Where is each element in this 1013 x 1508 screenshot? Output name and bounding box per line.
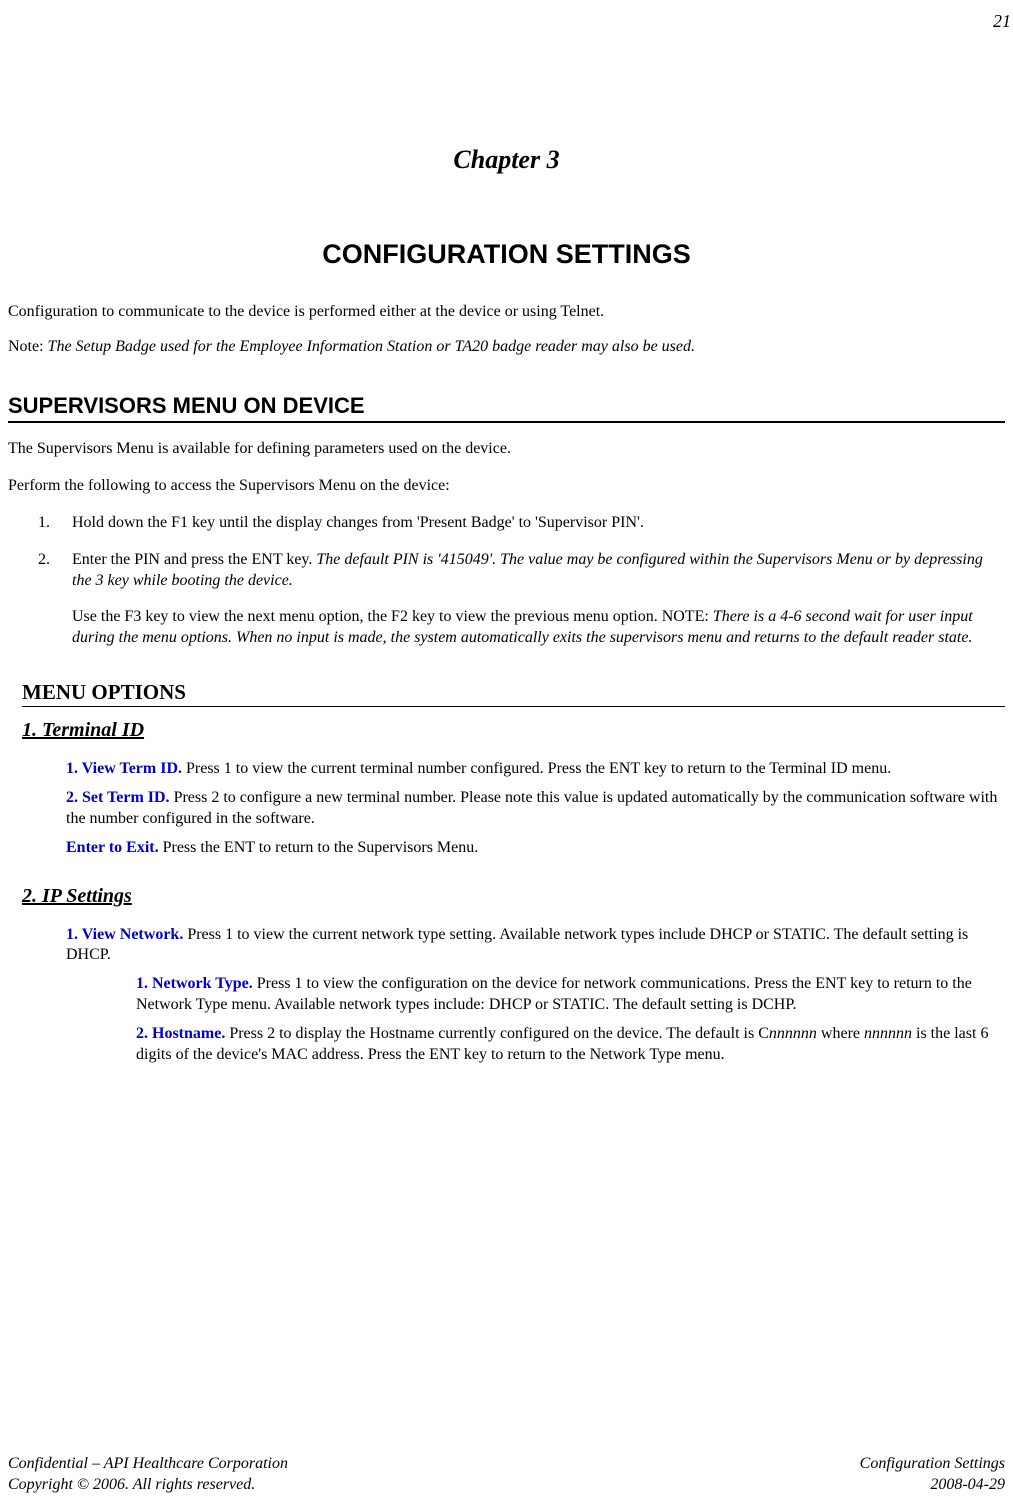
menu-network-type-body: Press 1 to view the configuration on the… <box>136 975 972 1013</box>
menu-set-term-id-label: 2. Set Term ID. <box>66 789 170 806</box>
menu-set-term-id-body: Press 2 to configure a new terminal numb… <box>66 789 997 827</box>
menu-hostname-body-a: Press 2 to display the Hostname currentl… <box>225 1025 769 1042</box>
menu-view-term-id-body: Press 1 to view the current terminal num… <box>182 760 891 777</box>
menu-set-term-id: 2. Set Term ID. Press 2 to configure a n… <box>66 788 1005 830</box>
footer-copyright: Copyright © 2006. All rights reserved. <box>8 1475 288 1496</box>
supervisors-p2: Perform the following to access the Supe… <box>8 476 1005 497</box>
step-1: 1. Hold down the F1 key until the displa… <box>38 513 1005 534</box>
menu-hostname-body-d: nnnnnn <box>864 1025 912 1042</box>
step-1-body: Hold down the F1 key until the display c… <box>72 513 1005 534</box>
menu-enter-to-exit-body: Press the ENT to return to the Superviso… <box>159 839 479 856</box>
note-body: The Setup Badge used for the Employee In… <box>48 338 695 355</box>
heading-supervisors-menu: SUPERVISORS MENU ON DEVICE <box>8 392 1005 424</box>
menu-view-network-body: Press 1 to view the current network type… <box>66 926 968 964</box>
step-2-text-c: Use the F3 key to view the next menu opt… <box>72 608 713 625</box>
menu-hostname-label: 2. Hostname. <box>136 1025 225 1042</box>
menu-view-network-label: 1. View Network. <box>66 926 183 943</box>
menu-view-term-id-label: 1. View Term ID. <box>66 760 182 777</box>
page-number: 21 <box>0 10 1011 33</box>
step-2-number: 2. <box>38 550 72 649</box>
menu-hostname-body-c: where <box>817 1025 864 1042</box>
note-line: Note: The Setup Badge used for the Emplo… <box>8 337 1005 358</box>
step-2-body: Enter the PIN and press the ENT key. The… <box>72 550 1005 649</box>
menu-network-type: 1. Network Type. Press 1 to view the con… <box>136 974 1005 1016</box>
menu-network-type-label: 1. Network Type. <box>136 975 253 992</box>
footer: Confidential – API Healthcare Corporatio… <box>8 1454 1005 1496</box>
step-1-number: 1. <box>38 513 72 534</box>
heading-ip-settings: 2. IP Settings <box>22 883 1005 909</box>
step-2: 2. Enter the PIN and press the ENT key. … <box>38 550 1005 649</box>
footer-confidential: Confidential – API Healthcare Corporatio… <box>8 1454 288 1475</box>
step-2-text-a: Enter the PIN and press the ENT key. <box>72 551 316 568</box>
heading-terminal-id: 1. Terminal ID <box>22 717 1005 743</box>
footer-left: Confidential – API Healthcare Corporatio… <box>8 1454 288 1496</box>
heading-menu-options: MENU OPTIONS <box>22 679 1005 707</box>
intro-paragraph: Configuration to communicate to the devi… <box>8 302 1005 323</box>
menu-enter-to-exit: Enter to Exit. Press the ENT to return t… <box>66 838 1005 859</box>
note-prefix: Note: <box>8 338 48 355</box>
footer-section-name: Configuration Settings <box>860 1454 1005 1475</box>
supervisors-p1: The Supervisors Menu is available for de… <box>8 439 1005 460</box>
chapter-label: Chapter 3 <box>8 143 1005 177</box>
chapter-title: CONFIGURATION SETTINGS <box>8 237 1005 272</box>
footer-right: Configuration Settings 2008-04-29 <box>860 1454 1005 1496</box>
menu-view-term-id: 1. View Term ID. Press 1 to view the cur… <box>66 759 1005 780</box>
footer-date: 2008-04-29 <box>860 1475 1005 1496</box>
menu-hostname-body-b: nnnnnn <box>769 1025 817 1042</box>
menu-view-network: 1. View Network. Press 1 to view the cur… <box>66 925 1005 967</box>
menu-enter-to-exit-label: Enter to Exit. <box>66 839 159 856</box>
menu-hostname: 2. Hostname. Press 2 to display the Host… <box>136 1024 1005 1066</box>
